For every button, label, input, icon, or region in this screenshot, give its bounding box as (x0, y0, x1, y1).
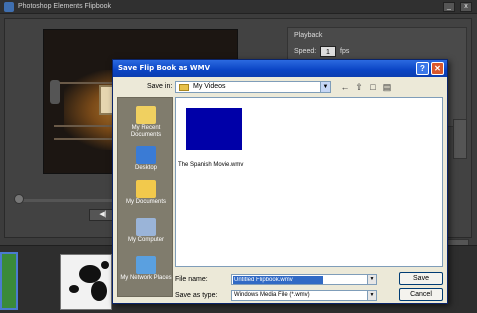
file-name-field[interactable]: ▼ (231, 274, 377, 285)
minimize-button[interactable]: _ (443, 2, 455, 12)
app-logo-icon (4, 2, 14, 12)
desktop-icon (136, 146, 156, 164)
close-app-button[interactable]: x (460, 2, 472, 12)
folder-icon (179, 84, 189, 91)
up-folder-icon[interactable]: ⇧ (353, 81, 365, 93)
place-recent-documents[interactable]: My Recent Documents (118, 106, 174, 139)
place-label: My Network Places (120, 275, 172, 281)
frame-slider-track[interactable] (17, 199, 117, 202)
speed-label: Speed: (294, 48, 317, 55)
place-network-places[interactable]: My Network Places (118, 256, 174, 282)
my-documents-icon (136, 180, 156, 198)
save-as-type-label: Save as type: (175, 292, 218, 299)
speed-unit: fps (340, 48, 350, 55)
save-in-label: Save in: (147, 83, 173, 90)
speed-input[interactable]: 1 (320, 46, 336, 57)
help-button[interactable]: ? (416, 62, 429, 75)
network-places-icon (136, 256, 156, 274)
app-title: Photoshop Elements Flipbook (18, 3, 111, 10)
place-label: My Documents (125, 199, 166, 205)
save-dialog: Save Flip Book as WMV ? ✕ Save in: My Vi… (112, 59, 448, 304)
filmstrip-thumbnail[interactable] (0, 252, 18, 310)
place-my-computer[interactable]: My Computer (118, 218, 174, 244)
views-menu-icon[interactable]: ▤ (381, 81, 393, 93)
video-thumbnail[interactable] (186, 108, 242, 150)
save-as-type-value: Windows Media File (*.wmv) (234, 292, 310, 298)
place-desktop[interactable]: Desktop (118, 146, 174, 172)
chevron-down-icon[interactable]: ▼ (367, 291, 376, 300)
oven-handle (50, 80, 60, 104)
recent-documents-icon (136, 106, 156, 124)
save-in-dropdown[interactable]: My Videos ▼ (175, 81, 331, 93)
ink-splat (101, 261, 109, 269)
file-name-input[interactable] (233, 276, 323, 284)
dialog-title: Save Flip Book as WMV (118, 64, 211, 72)
save-as-type-dropdown[interactable]: Windows Media File (*.wmv) ▼ (231, 290, 377, 301)
place-label: Desktop (134, 165, 157, 171)
cancel-button[interactable]: Cancel (399, 288, 443, 301)
place-my-documents[interactable]: My Documents (118, 180, 174, 206)
file-list[interactable]: The Spanish Movie.wmv (175, 97, 443, 267)
ink-splat (91, 281, 107, 301)
ink-splat (69, 285, 79, 293)
frame-slider-handle[interactable] (14, 194, 24, 204)
place-label: My Computer (127, 237, 164, 243)
side-control[interactable] (453, 119, 467, 159)
places-bar: My Recent Documents Desktop My Documents… (117, 97, 173, 297)
back-arrow-icon[interactable]: ← (339, 81, 351, 93)
place-label: My Recent Documents (130, 125, 162, 138)
chevron-down-icon[interactable]: ▼ (320, 82, 330, 92)
playback-heading: Playback (294, 32, 323, 39)
dialog-titlebar: Save Flip Book as WMV ? ✕ (113, 60, 447, 77)
save-button[interactable]: Save (399, 272, 443, 285)
file-item-name[interactable]: The Spanish Movie.wmv (178, 162, 243, 168)
new-folder-icon[interactable]: □ (367, 81, 379, 93)
my-computer-icon (136, 218, 156, 236)
filmstrip-thumbnail[interactable] (60, 254, 112, 310)
close-dialog-button[interactable]: ✕ (431, 62, 444, 75)
save-in-value: My Videos (193, 83, 226, 90)
file-name-label: File name: (175, 276, 208, 283)
app-titlebar: Photoshop Elements Flipbook _ x (0, 0, 477, 14)
chevron-down-icon[interactable]: ▼ (367, 275, 376, 284)
